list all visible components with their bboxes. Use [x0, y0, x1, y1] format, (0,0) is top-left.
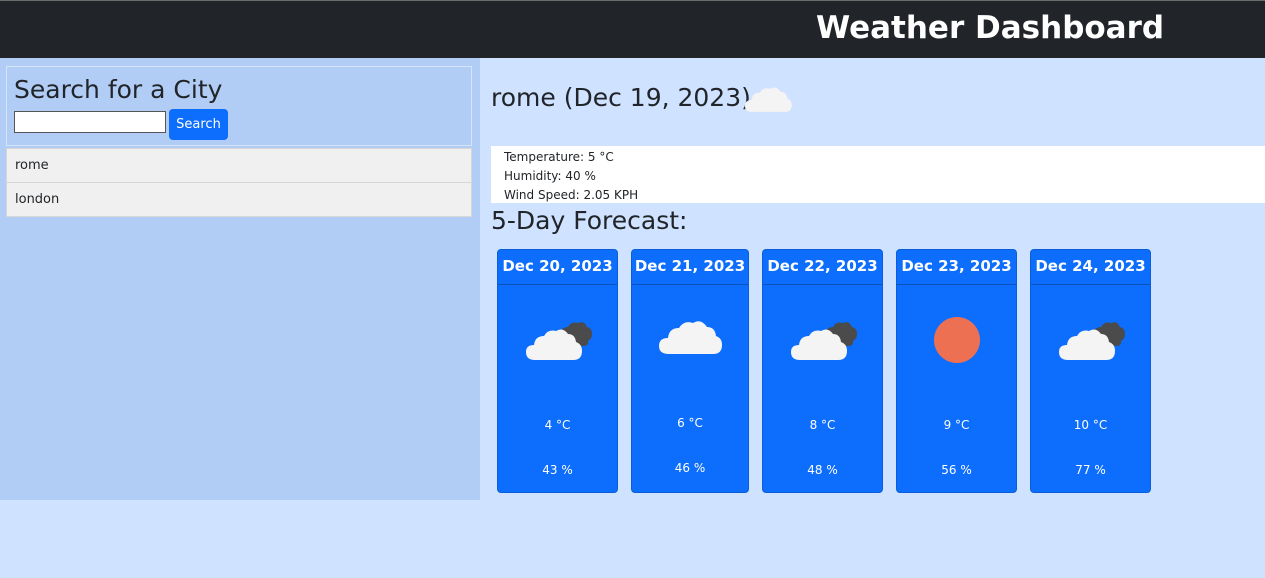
search-history-list: rome london — [6, 148, 472, 217]
forecast-humidity: 77 % — [1075, 463, 1106, 477]
current-weather-details: Temperature: 5 °C Humidity: 40 % Wind Sp… — [491, 146, 1265, 203]
forecast-temperature: 6 °C — [677, 416, 703, 430]
forecast-date: Dec 23, 2023 — [897, 250, 1016, 285]
forecast-temperature: 10 °C — [1073, 418, 1108, 432]
forecast-heading: 5-Day Forecast: — [491, 206, 688, 235]
forecast-humidity: 46 % — [674, 461, 706, 475]
forecast-date: Dec 24, 2023 — [1031, 250, 1150, 285]
cloud-icon — [742, 80, 794, 120]
broken-clouds-icon — [788, 316, 858, 364]
forecast-card: Dec 23, 2023 9 °C 56 % — [896, 249, 1017, 493]
forecast-temperature: 4 °C — [544, 418, 571, 432]
broken-clouds-icon — [1056, 316, 1126, 364]
forecast-card: Dec 20, 2023 4 °C 43 % — [497, 249, 618, 493]
current-city-title: rome (Dec 19, 2023) — [491, 83, 751, 112]
search-button[interactable]: Search — [169, 109, 228, 140]
forecast-humidity: 56 % — [941, 463, 972, 477]
forecast-card: Dec 24, 2023 10 °C 77 % — [1030, 249, 1151, 493]
forecast-card: Dec 21, 2023 6 °C 46 % — [631, 249, 749, 493]
forecast-temperature: 8 °C — [809, 418, 836, 432]
search-heading: Search for a City — [14, 75, 223, 104]
forecast-date: Dec 21, 2023 — [632, 250, 748, 285]
sidebar: Search for a City Search rome london — [0, 58, 480, 500]
forecast-card: Dec 22, 2023 8 °C 48 % — [762, 249, 883, 493]
cloud-icon — [655, 314, 725, 362]
city-search-input[interactable] — [14, 111, 166, 133]
broken-clouds-icon — [523, 316, 593, 364]
forecast-humidity: 43 % — [542, 463, 573, 477]
current-humidity: Humidity: 40 % — [504, 169, 596, 183]
forecast-temperature: 9 °C — [943, 418, 970, 432]
current-wind-speed: Wind Speed: 2.05 KPH — [504, 188, 639, 202]
history-item-rome[interactable]: rome — [7, 149, 471, 183]
forecast-date: Dec 22, 2023 — [763, 250, 882, 285]
forecast-humidity: 48 % — [807, 463, 838, 477]
history-item-london[interactable]: london — [7, 183, 471, 216]
forecast-date: Dec 20, 2023 — [498, 250, 617, 285]
navbar: Weather Dashboard — [0, 0, 1265, 58]
app-title: Weather Dashboard — [816, 10, 1165, 46]
search-panel: Search for a City Search — [6, 66, 472, 146]
sun-icon — [922, 316, 992, 364]
main-content: rome (Dec 19, 2023) Temperature: 5 °C Hu… — [480, 58, 1265, 578]
current-temperature: Temperature: 5 °C — [504, 150, 614, 164]
